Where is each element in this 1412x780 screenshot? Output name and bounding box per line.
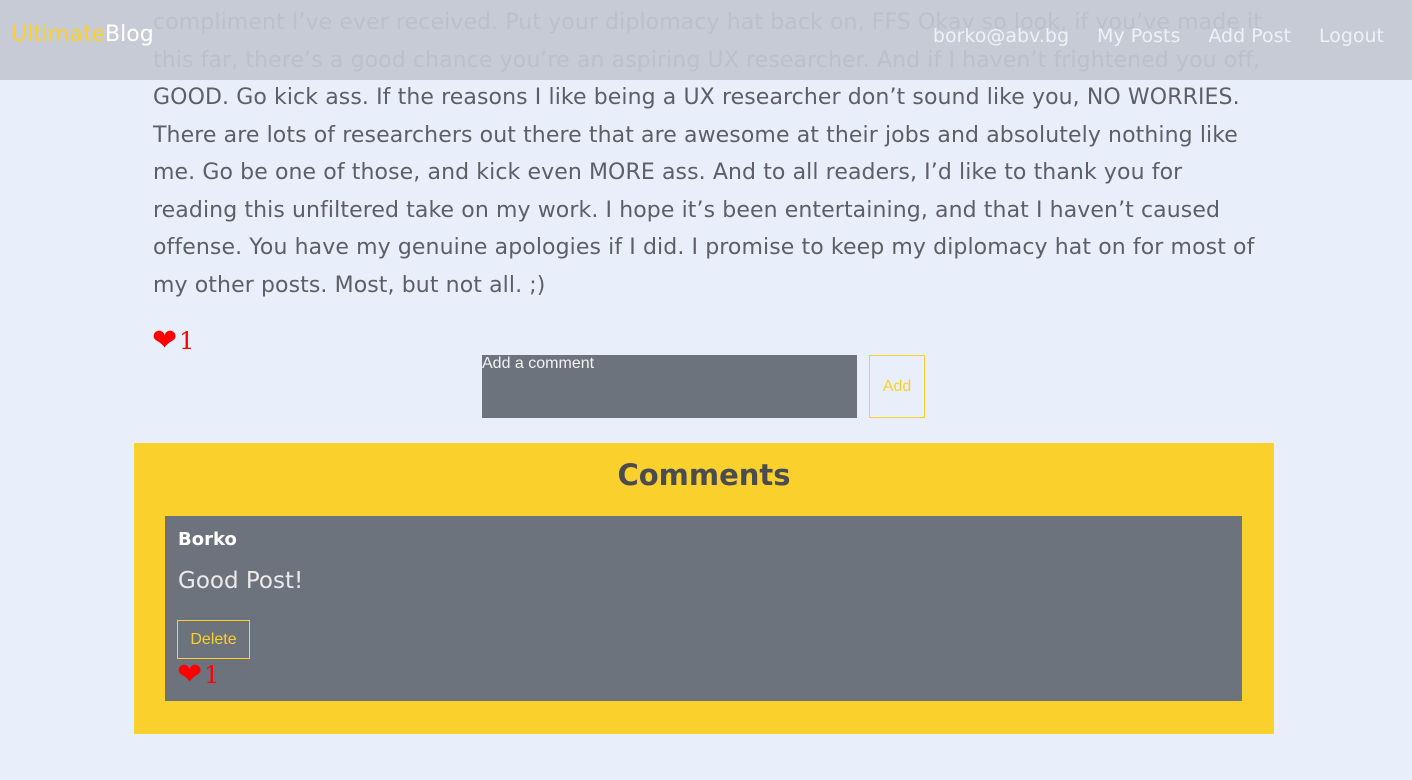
navbar: UltimateBlog borko@abv.bg My Posts Add P…: [0, 0, 1412, 80]
comment-input[interactable]: Add a comment: [482, 355, 857, 418]
nav-add-post[interactable]: Add Post: [1208, 22, 1291, 50]
comments-section: Comments Borko Good Post! Delete ❤ 1: [134, 443, 1274, 734]
nav-logout[interactable]: Logout: [1319, 22, 1384, 50]
post-like-count: 1: [179, 327, 195, 355]
comment-text: Good Post!: [178, 568, 304, 594]
brand-part1: Ultimate: [11, 22, 106, 47]
comment-like-count: 1: [204, 661, 220, 689]
comment-card: Borko Good Post! Delete ❤ 1: [165, 516, 1242, 701]
comment-likes: ❤ 1: [177, 660, 219, 690]
heart-icon[interactable]: ❤: [152, 326, 177, 356]
post-likes: ❤ 1: [152, 326, 194, 356]
brand-part2: Blog: [105, 22, 154, 47]
brand-logo[interactable]: UltimateBlog: [11, 21, 154, 49]
comments-title: Comments: [617, 458, 791, 492]
comment-input-placeholder: Add a comment: [482, 355, 595, 372]
nav-links: borko@abv.bg My Posts Add Post Logout: [933, 22, 1412, 50]
nav-user-email[interactable]: borko@abv.bg: [933, 22, 1069, 50]
comment-author: Borko: [178, 529, 237, 550]
heart-icon[interactable]: ❤: [177, 660, 202, 690]
nav-my-posts[interactable]: My Posts: [1097, 22, 1180, 50]
delete-comment-button[interactable]: Delete: [177, 620, 250, 659]
add-comment-button[interactable]: Add: [869, 355, 925, 418]
